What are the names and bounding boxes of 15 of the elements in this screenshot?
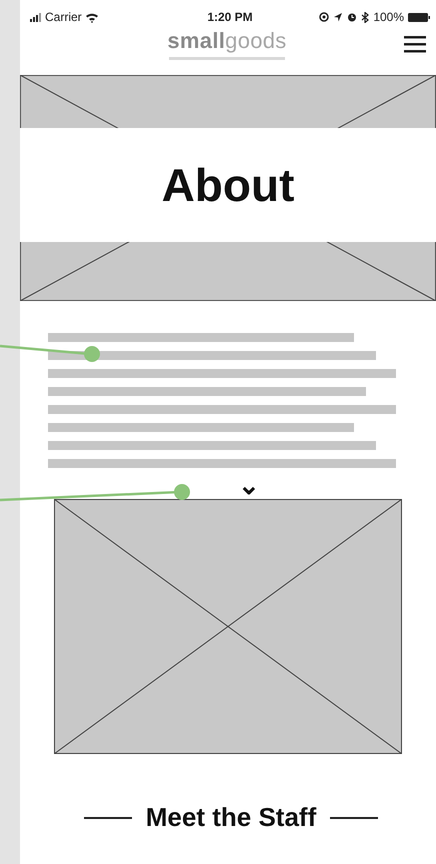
- battery-percent: 100%: [373, 10, 404, 24]
- bluetooth-icon: [361, 12, 370, 22]
- signal-icon: [30, 12, 41, 22]
- location-icon: [333, 12, 344, 22]
- expand-button[interactable]: ⌄: [238, 477, 260, 493]
- lock-rotation-icon: [319, 12, 330, 22]
- carrier-name: Carrier: [45, 10, 82, 24]
- menu-icon: [404, 36, 426, 53]
- wifi-icon: [86, 12, 98, 22]
- section-heading: Meet the Staff: [146, 802, 316, 833]
- status-time: 1:20 PM: [207, 10, 253, 24]
- page-title: About: [162, 158, 294, 212]
- battery-icon: [408, 12, 430, 22]
- brand-logo: smallgoods: [167, 28, 287, 54]
- alarm-icon: [347, 12, 358, 22]
